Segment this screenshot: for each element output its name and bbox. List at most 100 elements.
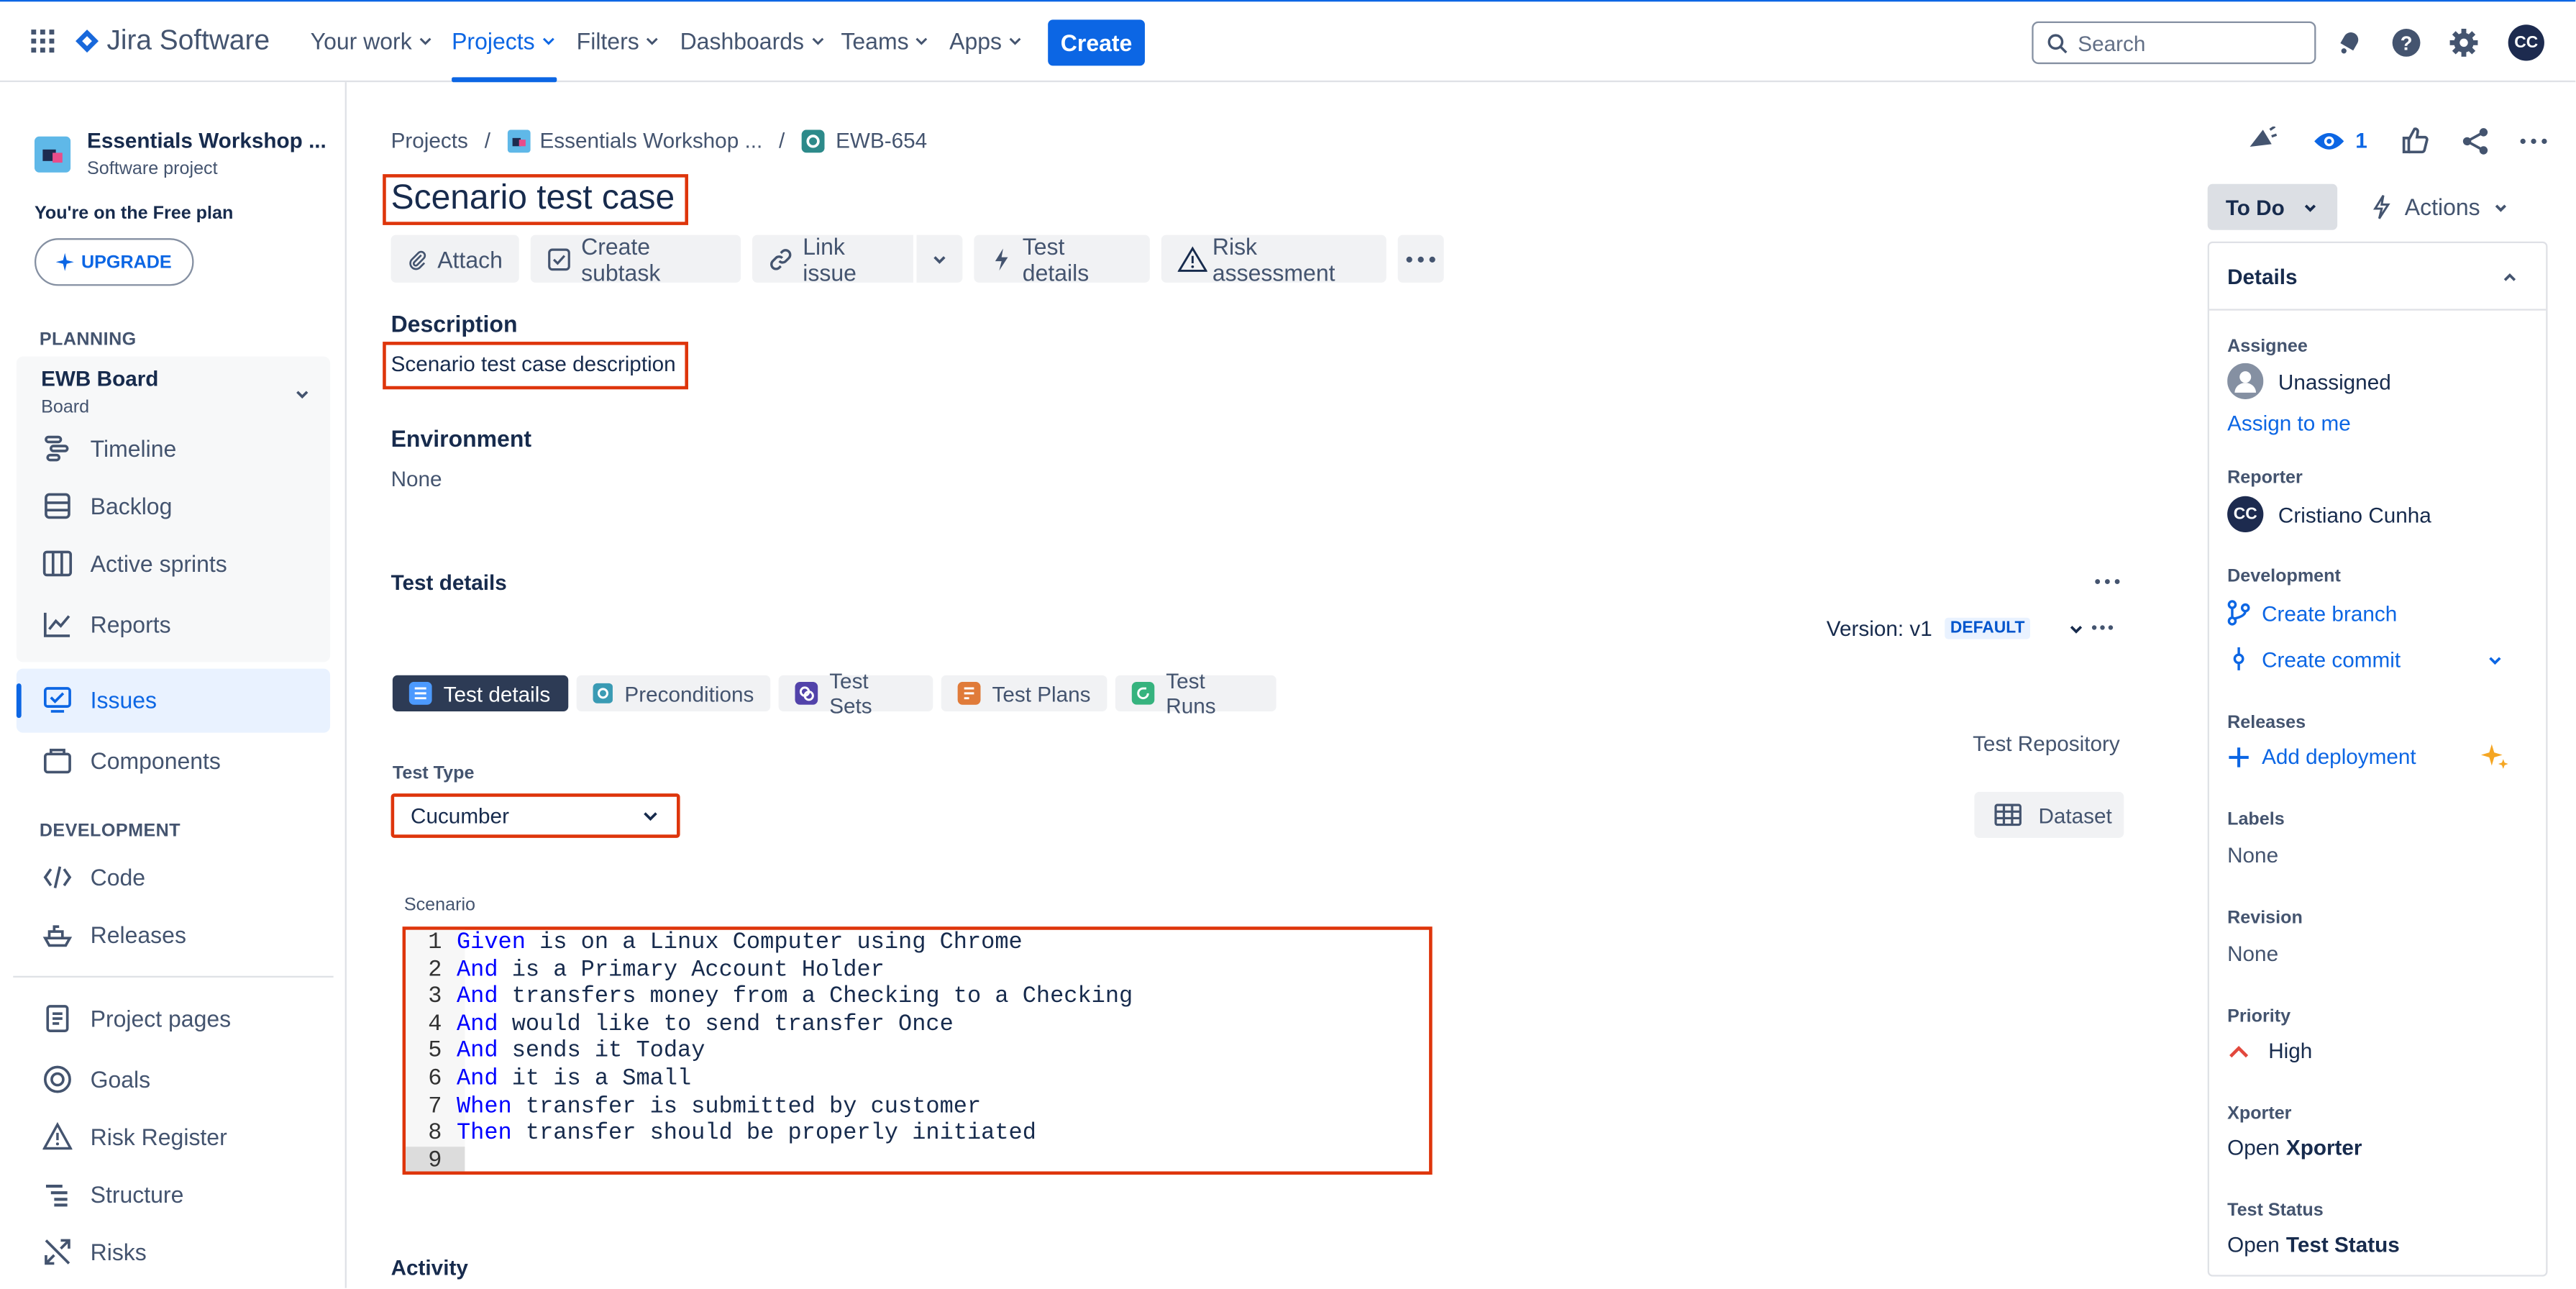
environment-heading: Environment [390, 425, 532, 452]
sidebar-item-active-sprints[interactable]: Active sprints [42, 549, 227, 578]
nav-dashboards[interactable]: Dashboards [680, 28, 826, 54]
tab-test-sets[interactable]: Test Sets [778, 669, 933, 718]
code-line: 4 And would like to send transfer Once [428, 1011, 954, 1038]
app-switcher-icon[interactable] [29, 28, 56, 55]
details-heading: Details [2227, 264, 2298, 289]
chevron-down-icon [1009, 37, 1021, 45]
dataset-button[interactable]: Dataset [1974, 791, 2124, 838]
create-commit-link[interactable]: Create commit [2227, 646, 2401, 673]
revision-value[interactable]: None [2227, 942, 2278, 966]
test-type-select[interactable]: Cucumber [390, 793, 680, 838]
version-more-icon[interactable] [2091, 624, 2114, 631]
tab-test-plans[interactable]: Test Plans [941, 675, 1107, 711]
nav-projects[interactable]: Projects [452, 28, 556, 83]
project-name[interactable]: Essentials Workshop ... [87, 128, 326, 152]
more-horizontal-icon[interactable] [2094, 578, 2121, 585]
user-avatar[interactable]: CC [2508, 24, 2544, 61]
project-avatar-icon [34, 136, 71, 173]
code-line: 7 When transfer is submitted by customer [428, 1093, 982, 1120]
chevron-down-icon [2495, 204, 2506, 211]
upgrade-button[interactable]: UPGRADE [34, 238, 194, 286]
chevron-down-icon [2070, 624, 2082, 633]
create-button[interactable]: Create [1048, 19, 1145, 66]
nav-apps[interactable]: Apps [949, 28, 1023, 54]
open-xporter-link[interactable]: Open Xporter [2227, 1135, 2362, 1160]
labels-label: Labels [2227, 810, 2285, 830]
more-actions-button[interactable] [1397, 234, 1444, 283]
ai-sparkle-icon[interactable] [2479, 741, 2512, 774]
details-header[interactable]: Details [2209, 243, 2547, 311]
sidebar-item-project-pages[interactable]: Project pages [42, 1004, 231, 1034]
code-line: 8 Then transfer should be properly initia… [428, 1121, 1036, 1147]
link-issue-button[interactable]: Link issue [752, 232, 913, 285]
test-repository-link[interactable]: Test Repository [1973, 731, 2120, 755]
subtask-icon [548, 247, 570, 270]
environment-value[interactable]: None [391, 467, 442, 491]
code-line: 6 And it is a Small [428, 1066, 692, 1093]
sidebar-item-goals[interactable]: Goals [42, 1065, 150, 1094]
settings-gear-icon[interactable] [2449, 28, 2478, 58]
nav-filters[interactable]: Filters [577, 28, 661, 54]
chevron-down-icon[interactable] [2485, 650, 2505, 670]
test-details-button[interactable]: Test details [974, 232, 1150, 285]
breadcrumb-project[interactable]: Essentials Workshop ... [506, 128, 762, 152]
warning-icon [1177, 245, 1208, 271]
link-issue-dropdown[interactable] [916, 234, 963, 283]
like-thumbs-up-icon[interactable] [2401, 127, 2429, 155]
scenario-editor[interactable]: 1 Given is on a Linux Computer using Chro… [402, 926, 1433, 1175]
status-dropdown[interactable]: To Do [2207, 183, 2338, 230]
more-horizontal-icon[interactable] [2520, 138, 2548, 145]
sidebar-item-issues[interactable]: Issues [42, 685, 157, 714]
tab-preconditions[interactable]: Preconditions [576, 675, 771, 711]
add-deployment-link[interactable]: Add deployment [2227, 744, 2416, 769]
sidebar-item-reports[interactable]: Reports [42, 609, 171, 639]
breadcrumb-projects[interactable]: Projects [391, 128, 468, 152]
risk-assessment-button[interactable]: Risk assessment [1161, 232, 1387, 285]
test-issue-icon [801, 129, 825, 152]
watchers-button[interactable]: 1 [2313, 128, 2367, 152]
sidebar-item-backlog[interactable]: Backlog [42, 491, 172, 521]
sidebar-item-structure[interactable]: Structure [42, 1180, 183, 1209]
attach-button[interactable]: Attach [390, 234, 519, 283]
assignee-field[interactable]: Unassigned [2227, 363, 2391, 400]
labels-value[interactable]: None [2227, 843, 2278, 867]
share-icon[interactable] [2460, 127, 2490, 156]
sidebar-item-timeline[interactable]: Timeline [42, 434, 176, 463]
actions-menu[interactable]: Actions [2370, 194, 2510, 220]
structure-icon [45, 1184, 68, 1207]
search-icon [2047, 33, 2068, 53]
reporter-field[interactable]: CC Cristiano Cunha [2227, 496, 2431, 533]
board-type: Board [41, 397, 90, 418]
tab-test-details[interactable]: Test details [392, 675, 569, 711]
test-plan-icon [957, 681, 981, 705]
help-icon[interactable]: ? [2392, 28, 2421, 58]
notifications-icon[interactable] [2336, 28, 2364, 56]
chevron-down-icon[interactable] [293, 384, 312, 404]
sidebar-item-releases[interactable]: Releases [42, 920, 186, 949]
app-name: Jira Software [106, 24, 270, 56]
nav-teams[interactable]: Teams [841, 28, 930, 54]
sidebar-item-code[interactable]: Code [42, 862, 145, 892]
jira-logo[interactable]: Jira Software [74, 24, 270, 58]
priority-field[interactable]: High [2227, 1038, 2312, 1063]
version-label: Version: v1 [1826, 616, 1932, 641]
version-selector[interactable]: Version: v1 DEFAULT [1827, 616, 2086, 641]
sidebar-item-risks[interactable]: Risks [42, 1237, 147, 1267]
search-input[interactable]: Search [2032, 21, 2316, 65]
branch-icon [2227, 600, 2250, 626]
planning-heading: PLANNING [39, 330, 137, 350]
nav-your-work[interactable]: Your work [311, 28, 434, 54]
breadcrumb-issue-key[interactable]: EWB-654 [801, 128, 927, 152]
sidebar-divider [13, 975, 334, 978]
more-horizontal-icon [1406, 255, 1435, 262]
create-subtask-button[interactable]: Create subtask [530, 232, 741, 285]
feedback-megaphone-icon[interactable] [2245, 126, 2278, 156]
board-name[interactable]: EWB Board [41, 366, 158, 391]
open-test-status-link[interactable]: Open Test Status [2227, 1232, 2400, 1257]
sidebar-item-components[interactable]: Components [42, 746, 221, 775]
assign-to-me-link[interactable]: Assign to me [2227, 411, 2351, 435]
tab-test-runs[interactable]: Test Runs [1115, 669, 1276, 718]
sidebar-item-risk-register[interactable]: Risk Register [42, 1121, 227, 1152]
search-placeholder: Search [2078, 30, 2146, 55]
create-branch-link[interactable]: Create branch [2227, 600, 2397, 627]
